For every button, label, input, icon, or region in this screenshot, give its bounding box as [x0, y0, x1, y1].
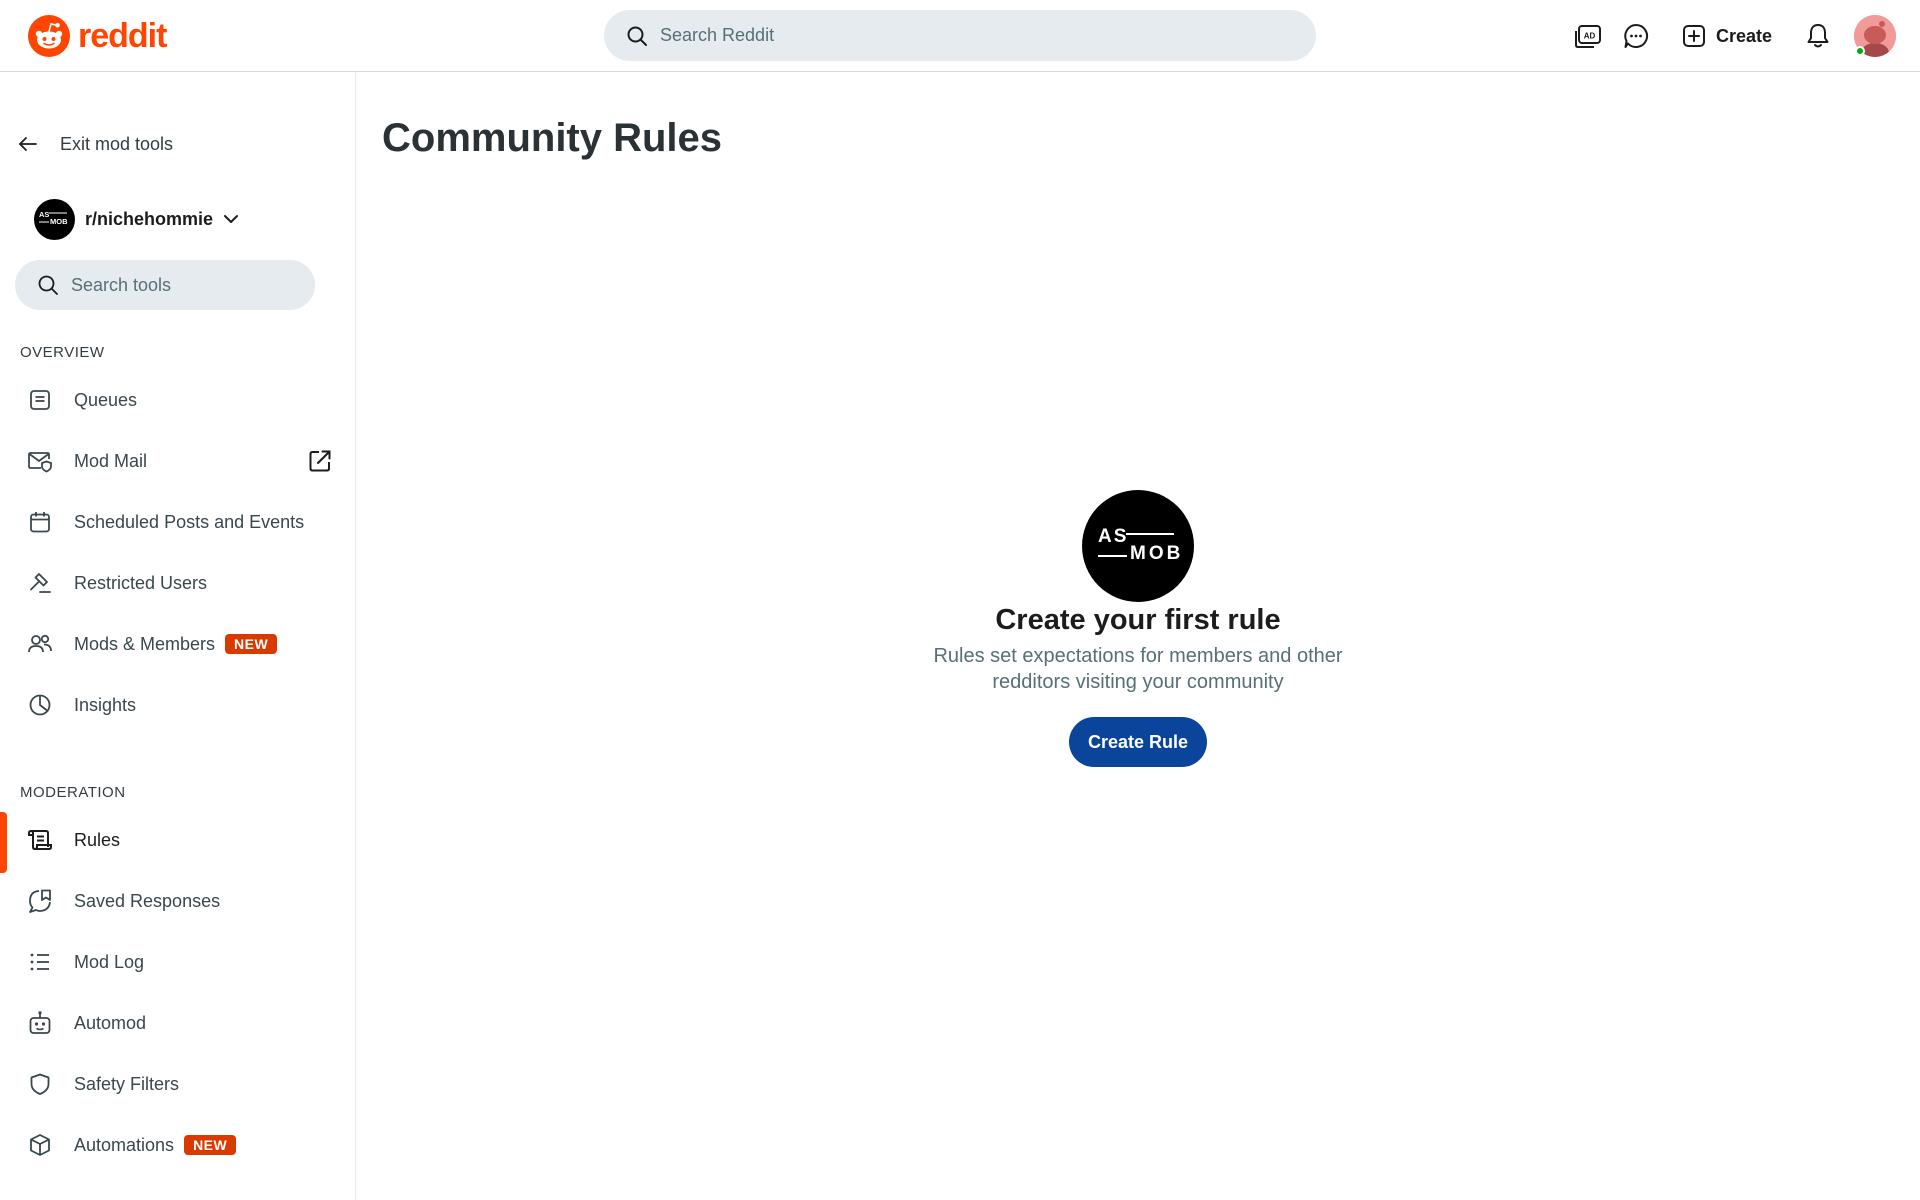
ad-icon: AD [1574, 25, 1601, 48]
sidebar-item-label: Rules [74, 829, 121, 850]
community-name: r/nichehommie [85, 208, 214, 229]
shield-icon [27, 1071, 53, 1097]
community-avatar: AS MOB [34, 198, 75, 240]
search-icon [38, 275, 58, 295]
logo-wordmark: reddit [78, 16, 167, 55]
mod-mail-icon [27, 448, 53, 474]
tools-search-bar[interactable] [15, 260, 315, 310]
pie-chart-icon [27, 692, 53, 718]
snoo-logo-icon [28, 15, 70, 57]
chat-icon [1624, 23, 1648, 48]
empty-state-title: Create your first rule [995, 604, 1281, 636]
header-actions: AD Create [1564, 12, 1896, 60]
cube-icon [27, 1132, 53, 1158]
page-title: Community Rules [382, 116, 723, 160]
sidebar-item-automations[interactable]: Automations NEW [0, 1117, 355, 1173]
svg-text:AS: AS [39, 210, 49, 219]
community-logo: AS MOB [1098, 526, 1183, 564]
svg-text:MOB: MOB [50, 217, 68, 226]
online-status-dot [1855, 46, 1865, 56]
sidebar-item-automod[interactable]: Automod [0, 995, 355, 1051]
sidebar-item-label: Mod Mail [74, 450, 148, 471]
hammer-icon [27, 570, 53, 596]
sidebar-item-restricted-users[interactable]: Restricted Users [0, 555, 355, 611]
sidebar-item-queues[interactable]: Queues [0, 372, 355, 428]
chat-button[interactable] [1612, 12, 1660, 60]
sidebar-item-label: Mods & Members [74, 633, 216, 654]
sidebar-item-label: Scheduled Posts and Events [74, 511, 305, 532]
chevron-down-icon [224, 215, 239, 223]
sidebar-item-rules[interactable]: Rules [0, 812, 355, 873]
community-avatar-large: AS MOB [1082, 490, 1194, 602]
sidebar-item-insights[interactable]: Insights [0, 677, 355, 733]
exit-mod-tools-label: Exit mod tools [60, 133, 174, 154]
moderation-section-title: MODERATION [20, 784, 126, 801]
rules-icon [27, 827, 53, 853]
external-link-icon[interactable] [307, 448, 333, 474]
sidebar-item-label: Automod [74, 1012, 147, 1033]
sidebar-item-label: Queues [74, 389, 138, 410]
queue-icon [27, 387, 53, 413]
search-icon [627, 26, 647, 46]
advertise-button[interactable]: AD [1564, 12, 1612, 60]
search-bar[interactable] [604, 10, 1316, 61]
sidebar-item-label: Restricted Users [74, 572, 208, 593]
create-label: Create [1715, 25, 1772, 46]
new-badge: NEW [225, 634, 278, 654]
community-logo: AS MOB [38, 210, 68, 226]
new-badge: NEW [184, 1135, 237, 1155]
svg-text:MOB: MOB [1130, 543, 1183, 564]
sidebar-item-mods-members[interactable]: Mods & Members NEW [0, 616, 355, 672]
empty-state: AS MOB Create your first rule Rules set … [830, 490, 1446, 767]
sidebar-item-label: Mod Log [74, 951, 145, 972]
empty-state-description: Rules set expectations for members and o… [933, 645, 1343, 693]
sidebar-item-saved-responses[interactable]: Saved Responses [0, 873, 355, 929]
sidebar-item-mod-log[interactable]: Mod Log [0, 934, 355, 990]
plus-square-icon [1682, 25, 1705, 47]
exit-mod-tools-link[interactable]: Exit mod tools [18, 130, 173, 158]
bot-icon [27, 1010, 53, 1036]
notifications-button[interactable] [1794, 12, 1842, 60]
overview-section-title: OVERVIEW [20, 344, 105, 361]
mod-tools-sidebar: Exit mod tools AS MOB r/nichehommie OVER… [0, 72, 356, 1200]
arrow-left-icon [19, 137, 37, 151]
tools-search-input[interactable] [71, 274, 301, 296]
svg-text:AD: AD [1584, 32, 1596, 41]
create-rule-button[interactable]: Create Rule [1068, 717, 1208, 767]
sidebar-item-label: Saved Responses [74, 890, 221, 911]
sidebar-item-label: Automations [74, 1134, 175, 1155]
active-indicator [0, 812, 7, 873]
bell-icon [1807, 24, 1829, 48]
reddit-logo[interactable]: reddit [28, 14, 167, 58]
search-input[interactable] [660, 25, 1260, 46]
members-icon [27, 631, 53, 657]
calendar-icon [27, 509, 53, 535]
user-avatar-button[interactable] [1854, 15, 1896, 57]
top-header: reddit AD [0, 0, 1920, 72]
saved-responses-icon [27, 888, 53, 914]
community-switcher[interactable]: AS MOB r/nichehommie [34, 198, 239, 240]
sidebar-item-safety-filters[interactable]: Safety Filters [0, 1056, 355, 1112]
svg-text:AS: AS [1098, 526, 1128, 547]
sidebar-item-label: Insights [74, 694, 137, 715]
list-icon [27, 949, 53, 975]
sidebar-item-scheduled-posts[interactable]: Scheduled Posts and Events [0, 494, 355, 550]
sidebar-item-label: Safety Filters [74, 1073, 180, 1094]
sidebar-item-mod-mail[interactable]: Mod Mail [0, 433, 355, 489]
create-button[interactable]: Create [1668, 14, 1786, 58]
